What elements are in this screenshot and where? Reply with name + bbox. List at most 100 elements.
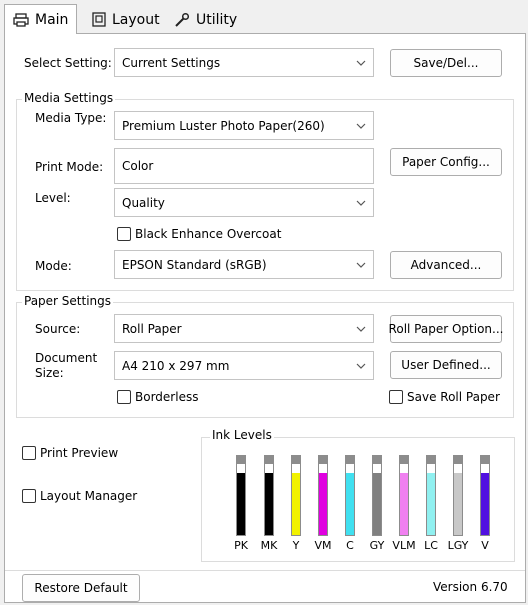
- wrench-icon: [174, 12, 190, 28]
- ink-label: LC: [424, 539, 438, 552]
- tab-main[interactable]: Main: [4, 4, 78, 34]
- ink-level-fill: [400, 473, 408, 535]
- document-size-value: A4 210 x 297 mm: [122, 358, 230, 373]
- select-setting-label: Select Setting:: [24, 56, 112, 70]
- tab-utility[interactable]: Utility: [166, 6, 245, 33]
- save-roll-paper-checkbox[interactable]: Save Roll Paper: [389, 390, 500, 404]
- print-mode-value: Color: [122, 159, 154, 173]
- ink-level-fill: [481, 473, 489, 535]
- level-combo[interactable]: Quality: [114, 188, 374, 217]
- checkbox-box: [22, 446, 36, 460]
- mode-label: Mode:: [35, 259, 72, 273]
- checkbox-box: [22, 489, 36, 503]
- user-defined-button[interactable]: User Defined...: [390, 351, 502, 379]
- ink-cartridge-lgy: [453, 455, 463, 536]
- ink-cartridge-lc: [426, 455, 436, 536]
- media-type-combo[interactable]: Premium Luster Photo Paper(260): [114, 111, 374, 140]
- chevron-down-icon: [349, 60, 373, 66]
- select-setting-combo[interactable]: Current Settings: [114, 48, 374, 77]
- mode-value: EPSON Standard (sRGB): [122, 257, 267, 272]
- level-label: Level:: [35, 191, 71, 205]
- document-size-combo[interactable]: A4 210 x 297 mm: [114, 351, 374, 380]
- ink-cartridge-cap: [481, 456, 489, 464]
- source-label: Source:: [35, 322, 81, 336]
- ink-level-fill: [427, 473, 435, 535]
- ink-cartridge-cap: [237, 456, 245, 464]
- source-value: Roll Paper: [122, 321, 182, 336]
- ink-cartridge-cap: [373, 456, 381, 464]
- ink-cartridge-cap: [292, 456, 300, 464]
- layout-icon: [92, 12, 106, 27]
- layout-manager-label: Layout Manager: [40, 489, 138, 503]
- checkbox-box: [389, 390, 403, 404]
- ink-cartridge-vm: [318, 455, 328, 536]
- ink-label: PK: [234, 539, 248, 552]
- paper-settings-title: Paper Settings: [22, 294, 114, 308]
- ink-label: VM: [314, 539, 332, 552]
- ink-label: Y: [292, 539, 300, 552]
- document-size-label-line1: Document: [35, 351, 98, 365]
- media-type-value: Premium Luster Photo Paper(260): [122, 118, 325, 133]
- tab-utility-label: Utility: [196, 11, 238, 28]
- ink-level-fill: [346, 473, 354, 535]
- ink-level-fill: [292, 473, 300, 535]
- black-enhance-overcoat-checkbox[interactable]: Black Enhance Overcoat: [117, 227, 281, 241]
- ink-level-fill: [265, 473, 273, 535]
- save-del-button[interactable]: Save/Del...: [390, 49, 502, 77]
- ink-cartridge-cap: [454, 456, 462, 464]
- roll-paper-option-button[interactable]: Roll Paper Option...: [389, 315, 503, 343]
- media-type-label: Media Type:: [35, 111, 107, 125]
- ink-cartridge-v: [480, 455, 490, 536]
- tab-layout-label: Layout: [112, 11, 160, 28]
- ink-cartridge-gy: [372, 455, 382, 536]
- restore-default-button[interactable]: Restore Default: [22, 574, 140, 602]
- tab-strip: Main Layout Utility: [0, 0, 528, 34]
- save-roll-paper-label: Save Roll Paper: [407, 390, 500, 404]
- version-text: Version 6.70: [433, 580, 508, 594]
- ink-label: GY: [369, 539, 385, 552]
- checkbox-box: [117, 227, 131, 241]
- tab-layout[interactable]: Layout: [84, 6, 168, 33]
- print-preview-label: Print Preview: [40, 446, 119, 460]
- ink-level-fill: [319, 473, 327, 535]
- select-setting-value: Current Settings: [122, 55, 221, 70]
- ink-cartridge-mk: [264, 455, 274, 536]
- ink-level-fill: [373, 473, 381, 535]
- print-mode-combo[interactable]: Color: [114, 148, 374, 184]
- chevron-down-icon: [349, 326, 373, 332]
- ink-cartridge-cap: [427, 456, 435, 464]
- mode-combo[interactable]: EPSON Standard (sRGB): [114, 250, 374, 279]
- ink-label: V: [481, 539, 489, 552]
- borderless-label: Borderless: [135, 390, 199, 404]
- ink-cartridge-pk: [236, 455, 246, 536]
- ink-level-fill: [454, 473, 462, 535]
- ink-label: VLM: [392, 539, 416, 552]
- document-size-label-line2: Size:: [35, 366, 64, 380]
- ink-cartridge-vlm: [399, 455, 409, 536]
- chevron-down-icon: [349, 262, 373, 268]
- ink-cartridge-y: [291, 455, 301, 536]
- ink-cartridge-cap: [319, 456, 327, 464]
- ink-cartridge-cap: [265, 456, 273, 464]
- ink-cartridge-c: [345, 455, 355, 536]
- chevron-down-icon: [349, 200, 373, 206]
- footer-divider: [5, 570, 525, 571]
- chevron-down-icon: [349, 363, 373, 369]
- layout-manager-checkbox[interactable]: Layout Manager: [22, 489, 137, 503]
- borderless-checkbox[interactable]: Borderless: [117, 390, 198, 404]
- paper-config-button[interactable]: Paper Config...: [390, 148, 502, 176]
- ink-cartridge-cap: [346, 456, 354, 464]
- ink-label: C: [346, 539, 354, 552]
- media-settings-title: Media Settings: [22, 91, 116, 105]
- checkbox-box: [117, 390, 131, 404]
- advanced-button[interactable]: Advanced...: [390, 251, 502, 279]
- ink-label: LGY: [447, 539, 469, 552]
- source-combo[interactable]: Roll Paper: [114, 314, 374, 343]
- ink-label: MK: [260, 539, 278, 552]
- black-enhance-overcoat-label: Black Enhance Overcoat: [135, 227, 282, 241]
- chevron-down-icon: [349, 123, 373, 129]
- tab-main-label: Main: [35, 11, 69, 28]
- level-value: Quality: [122, 195, 165, 210]
- print-preview-checkbox[interactable]: Print Preview: [22, 446, 118, 460]
- printer-icon: [13, 12, 29, 27]
